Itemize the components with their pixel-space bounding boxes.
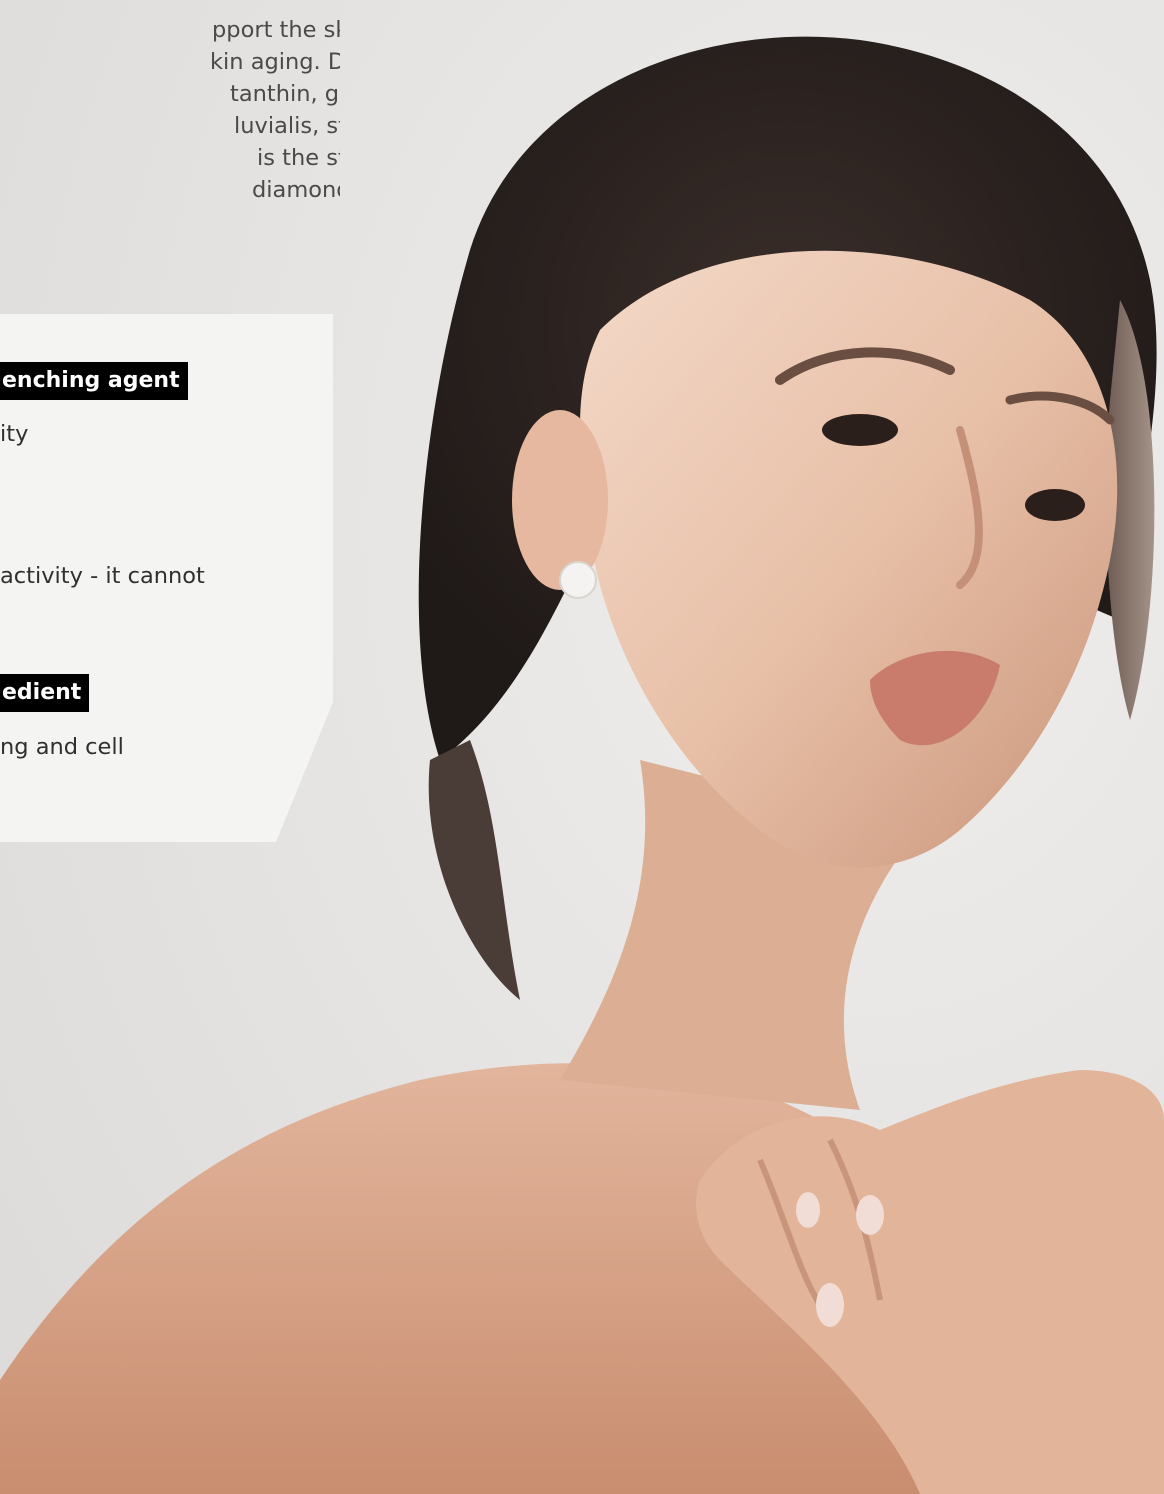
feature-text: ng and cell [0, 734, 124, 760]
intro-line: diamond amongst radical [252, 177, 340, 203]
intro-line: tanthin, gained from the [230, 81, 340, 107]
info-panel: enching agent ity activity - it cannot e… [0, 314, 333, 842]
intro-line: luvialis, stands out from [234, 113, 340, 139]
feature-text: activity - it cannot [0, 563, 205, 589]
feature-text: ity [0, 421, 29, 447]
intro-line: pport the skin by neutrali- [212, 17, 340, 43]
pearl-earring [559, 561, 597, 599]
feature-tag-ingredient: edient [0, 674, 90, 712]
intro-paragraph: pport the skin by neutrali- kin aging. D… [0, 14, 340, 206]
feature-tag-quenching-agent: enching agent [0, 362, 188, 400]
intro-line: is the strongest anti- [257, 145, 340, 171]
page: pport the skin by neutrali- kin aging. D… [0, 0, 1164, 1494]
intro-line: kin aging. Due to its unique [210, 49, 340, 75]
